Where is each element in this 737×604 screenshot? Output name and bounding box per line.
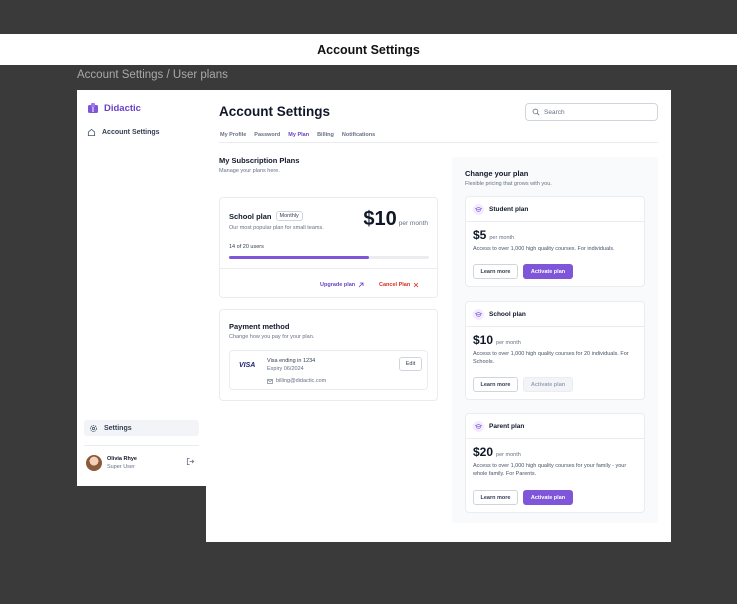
users-count: 14 of 20 users (229, 244, 264, 250)
subscription-title: My Subscription Plans (219, 156, 300, 165)
learn-more-button[interactable]: Learn more (473, 377, 518, 392)
mail-icon (267, 378, 273, 384)
sidebar-item-label: Account Settings (102, 129, 160, 136)
subscription-subtitle: Manage your plans here. (219, 168, 280, 174)
search-placeholder: Search (544, 108, 565, 116)
option-divider (466, 221, 644, 222)
activate-plan-button[interactable]: Activate plan (523, 264, 573, 279)
subscription-section: My Subscription Plans Manage your plans … (219, 156, 438, 401)
option-name: Parent plan (489, 423, 525, 430)
option-price: $20 per month (473, 445, 521, 459)
option-price-amount: $20 (473, 445, 494, 459)
change-plan-title: Change your plan (465, 169, 529, 178)
graduation-cap-icon (473, 204, 484, 215)
window-title: Account Settings (317, 42, 420, 57)
sidebar-item-label: Settings (104, 424, 132, 432)
plan-name: School plan (229, 211, 272, 221)
option-price-amount: $5 (473, 228, 487, 242)
current-plan-card: School plan Monthly Our most popular pla… (219, 197, 438, 298)
card-ending: Visa ending in 1234 (267, 358, 316, 364)
payment-method-card: Payment method Change how you pay for yo… (219, 309, 438, 401)
option-name: School plan (489, 311, 526, 318)
breadcrumb: Account Settings / User plans (77, 69, 228, 81)
upgrade-label: Upgrade plan (320, 282, 356, 288)
main-content: Account Settings Search My Profile Passw… (206, 90, 671, 542)
edit-card-button[interactable]: Edit (399, 357, 422, 371)
sidebar: Didactic Account Settings Settings Olivi… (77, 90, 206, 486)
option-actions: Learn more Activate plan (473, 264, 573, 279)
activate-plan-button: Activate plan (523, 377, 573, 392)
plan-option-parent: Parent plan $20 per month Access to over… (465, 413, 645, 513)
visa-logo: VISA (239, 362, 256, 369)
change-plan-subtitle: Flexible pricing that grows with you. (465, 181, 552, 187)
search-input[interactable]: Search (525, 103, 658, 121)
option-price: $5 per month (473, 228, 514, 242)
plan-name-row: School plan Monthly (229, 211, 303, 221)
option-price-period: per month (489, 235, 515, 241)
users-progress-bar (229, 256, 429, 259)
card-expiry: Expiry 06/2024 (267, 366, 304, 372)
option-price-period: per month (496, 340, 521, 346)
plan-option-school: School plan $10 per month Access to over… (465, 301, 645, 400)
option-description: Access to over 1,000 high quality course… (473, 351, 629, 365)
home-icon (87, 128, 96, 137)
change-plan-panel: Change your plan Flexible pricing that g… (452, 157, 658, 523)
option-description: Access to over 1,000 high quality course… (473, 246, 615, 252)
cancel-plan-link[interactable]: Cancel Plan (379, 282, 419, 288)
users-progress-fill (229, 256, 369, 259)
option-actions: Learn more Activate plan (473, 490, 573, 505)
payment-subtitle: Change how you pay for your plan. (229, 334, 315, 340)
option-actions: Learn more Activate plan (473, 377, 573, 392)
option-name: Student plan (489, 206, 529, 213)
option-header: Student plan (473, 204, 528, 215)
user-role: Super User (107, 464, 135, 470)
arrow-up-right-icon (358, 282, 364, 288)
plan-price: $10 per month (363, 208, 428, 231)
brand-name: Didactic (104, 102, 141, 114)
logout-icon[interactable] (186, 457, 195, 466)
option-divider (466, 438, 644, 439)
page-title: Account Settings (219, 104, 331, 119)
billing-email-text: billing@didactic.com (276, 378, 327, 384)
x-icon (413, 282, 419, 288)
search-icon (532, 108, 540, 116)
user-name: Olivia Rhye (107, 456, 137, 462)
user-profile[interactable]: Olivia Rhye Super User (86, 455, 137, 471)
option-price: $10 per month (473, 333, 521, 347)
window-titlebar: Account Settings (0, 34, 737, 65)
billing-email: billing@didactic.com (267, 378, 326, 384)
gear-icon (90, 424, 97, 432)
option-header: Parent plan (473, 421, 524, 432)
book-icon (88, 103, 98, 113)
price-amount: $10 (363, 208, 397, 230)
option-description: Access to over 1,000 high quality course… (473, 463, 627, 477)
learn-more-button[interactable]: Learn more (473, 490, 518, 505)
brand[interactable]: Didactic (87, 102, 141, 114)
price-period: per month (398, 220, 428, 227)
payment-title: Payment method (229, 322, 290, 331)
saved-card: VISA Visa ending in 1234 Expiry 06/2024 … (229, 350, 428, 390)
cancel-label: Cancel Plan (379, 282, 411, 288)
sidebar-item-settings[interactable]: Settings (84, 420, 199, 436)
option-price-period: per month (496, 452, 521, 458)
sidebar-item-account-settings[interactable]: Account Settings (87, 128, 160, 137)
card-divider (220, 268, 437, 269)
plan-description: Our most popular plan for small teams. (229, 225, 324, 231)
option-price-amount: $10 (473, 333, 494, 347)
learn-more-button[interactable]: Learn more (473, 264, 518, 279)
plan-option-student: Student plan $5 per month Access to over… (465, 196, 645, 287)
upgrade-plan-link[interactable]: Upgrade plan (320, 282, 364, 288)
graduation-cap-icon (473, 421, 484, 432)
billing-badge: Monthly (275, 211, 303, 221)
graduation-cap-icon (473, 309, 484, 320)
option-header: School plan (473, 309, 526, 320)
tabs-divider (219, 142, 658, 143)
option-divider (466, 326, 644, 327)
sidebar-divider (84, 445, 199, 446)
activate-plan-button[interactable]: Activate plan (523, 490, 573, 505)
avatar (86, 455, 102, 471)
